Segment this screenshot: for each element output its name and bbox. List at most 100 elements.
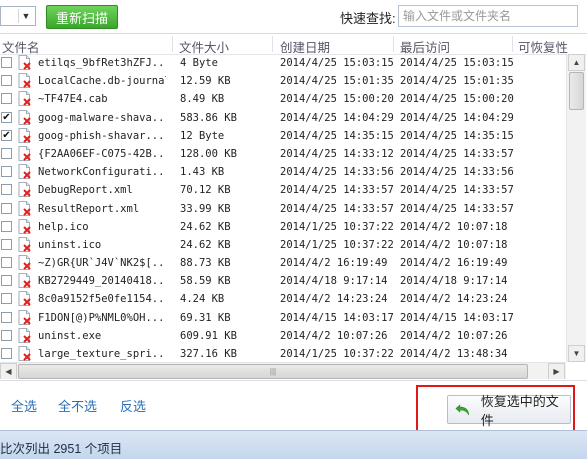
file-name-cell: {F2AA06EF-C075-42B... [38, 147, 166, 160]
table-row[interactable]: NetworkConfigurati... 1.43 KB 2014/4/25 14… [0, 163, 565, 181]
row-checkbox[interactable] [1, 220, 12, 232]
last-accessed-cell: 2014/4/25 14:33:56 [400, 166, 514, 179]
created-date-cell: 2014/4/25 14:33:57 [280, 184, 394, 197]
chevron-down-icon[interactable]: ▼ [18, 9, 33, 23]
table-row[interactable]: etilqs_9bfRet3hZFJ... 4 Byte 2014/4/25 15:… [0, 54, 565, 72]
row-checkbox[interactable]: ✔ [1, 129, 12, 141]
file-name-cell: goog-phish-shavar... [38, 129, 165, 142]
deleted-file-icon [18, 309, 31, 325]
table-row[interactable]: DebugReport.xml 70.12 KB 2014/4/25 14:33:5… [0, 181, 565, 199]
table-row[interactable]: ~Z)GR{UR`J4V`NK2$[... 88.73 KB 2014/4/2 16… [0, 254, 565, 272]
last-accessed-cell: 2014/4/2 14:23:24 [400, 293, 508, 306]
status-bar: 比次列出 2951 个项目 [0, 430, 587, 459]
row-checkbox[interactable] [1, 93, 12, 105]
scrollbar-thumb[interactable]: ||| [18, 364, 528, 379]
deleted-file-icon [18, 327, 31, 343]
file-name-cell: goog-malware-shava... [38, 111, 166, 124]
deleted-file-icon [18, 236, 31, 252]
table-row[interactable]: ✔ goog-malware-shava... 583.86 KB 2014/4/25… [0, 109, 565, 127]
file-name-cell: help.ico [38, 220, 89, 233]
deleted-file-icon [18, 291, 31, 307]
row-checkbox[interactable] [1, 238, 12, 250]
horizontal-scrollbar[interactable]: ◀ ||| ▶ [0, 362, 566, 379]
deleted-file-icon [18, 127, 31, 143]
row-checkbox[interactable] [1, 202, 12, 214]
file-size-cell: 24.62 KB [180, 220, 231, 233]
created-date-cell: 2014/4/2 14:23:24 [280, 293, 388, 306]
last-accessed-cell: 2014/4/2 10:07:18 [400, 238, 508, 251]
invert-selection-link[interactable]: 反选 [120, 396, 146, 415]
created-date-cell: 2014/1/25 10:37:22 [280, 348, 394, 360]
file-size-cell: 24.62 KB [180, 238, 231, 251]
rescan-button[interactable]: 重新扫描 [46, 5, 118, 29]
row-checkbox[interactable] [1, 147, 12, 159]
search-label: 快速查找: [340, 11, 396, 26]
table-row[interactable]: ✔ goog-phish-shavar... 12 Byte 2014/4/25 14… [0, 127, 565, 145]
table-row[interactable]: uninst.ico 24.62 KB 2014/1/25 10:37:22 2014… [0, 236, 565, 254]
table-header: 文件名 文件大小 创建日期 最后访问 可恢复性 [0, 34, 587, 55]
row-checkbox[interactable] [1, 275, 12, 287]
restore-arrow-icon [455, 403, 470, 415]
vertical-scrollbar[interactable]: ▲ ▼ [566, 54, 586, 362]
select-none-link[interactable]: 全不选 [58, 396, 97, 415]
file-size-cell: 1.43 KB [180, 166, 225, 179]
table-row[interactable]: LocalCache.db-journal 12.59 KB 2014/4/25 1… [0, 72, 565, 90]
filter-dropdown[interactable]: ▼ [0, 6, 36, 26]
row-checkbox[interactable] [1, 184, 12, 196]
table-row[interactable]: uninst.exe 609.91 KB 2014/4/2 10:07:26 2014… [0, 327, 565, 345]
file-name-cell: ~Z)GR{UR`J4V`NK2$[... [38, 257, 166, 270]
table-row[interactable]: large_texture_spri... 327.16 KB 2014/1/25 … [0, 345, 565, 363]
select-all-link[interactable]: 全选 [11, 396, 37, 415]
deleted-file-icon [18, 164, 31, 180]
arrow-left-icon[interactable]: ◀ [0, 363, 17, 379]
deleted-file-icon [18, 218, 31, 234]
file-size-cell: 70.12 KB [180, 184, 231, 197]
row-checkbox[interactable] [1, 75, 12, 87]
table-row[interactable]: {F2AA06EF-C075-42B... 128.00 KB 2014/4/25 … [0, 145, 565, 163]
table-row[interactable]: F1DON[@)P%NML0%OH... 69.31 KB 2014/4/15 14… [0, 309, 565, 327]
file-name-cell: 8c0a9152f5e0fe1154... [38, 293, 166, 306]
row-checkbox[interactable] [1, 293, 12, 305]
file-name-cell: NetworkConfigurati... [38, 166, 166, 179]
column-divider[interactable] [172, 36, 173, 52]
row-checkbox[interactable] [1, 311, 12, 323]
last-accessed-cell: 2014/4/2 13:48:34 [400, 348, 508, 360]
last-accessed-cell: 2014/4/25 14:35:15 [400, 129, 514, 142]
table-row[interactable]: help.ico 24.62 KB 2014/1/25 10:37:22 2014/4… [0, 218, 565, 236]
row-checkbox[interactable] [1, 329, 12, 341]
arrow-up-icon[interactable]: ▲ [568, 54, 585, 71]
scrollbar-thumb[interactable] [569, 72, 584, 110]
file-size-cell: 69.31 KB [180, 311, 231, 324]
table-row[interactable]: ResultReport.xml 33.99 KB 2014/4/25 14:33:… [0, 200, 565, 218]
row-checkbox[interactable] [1, 166, 12, 178]
deleted-file-icon [18, 200, 31, 216]
arrow-right-icon[interactable]: ▶ [548, 363, 565, 379]
row-checkbox[interactable] [1, 257, 12, 269]
column-divider[interactable] [512, 36, 513, 52]
deleted-file-icon [18, 146, 31, 161]
file-name-cell: ResultReport.xml [38, 202, 140, 215]
row-checkbox[interactable]: ✔ [1, 111, 12, 123]
search-input[interactable] [398, 5, 578, 27]
deleted-file-icon [18, 273, 31, 289]
restore-selected-button[interactable]: 恢复选中的文件 [447, 394, 571, 428]
file-size-cell: 128.00 KB [180, 147, 237, 160]
arrow-down-icon[interactable]: ▼ [568, 345, 585, 362]
table-row[interactable]: 8c0a9152f5e0fe1154... 4.24 KB 2014/4/2 14:… [0, 290, 565, 308]
table-row[interactable]: KB2729449_20140418... 58.59 KB 2014/4/18 9… [0, 272, 565, 290]
file-name-cell: F1DON[@)P%NML0%OH... [38, 311, 165, 324]
table-body: etilqs_9bfRet3hZFJ... 4 Byte 2014/4/25 15:… [0, 54, 565, 363]
file-name-cell: ~TF47E4.cab [38, 93, 108, 106]
deleted-file-icon [18, 55, 31, 70]
created-date-cell: 2014/4/2 10:07:26 [280, 329, 388, 342]
row-checkbox[interactable] [1, 57, 12, 68]
file-name-cell: uninst.exe [38, 329, 102, 342]
file-size-cell: 583.86 KB [180, 111, 237, 124]
column-divider[interactable] [393, 36, 394, 52]
last-accessed-cell: 2014/4/2 16:19:49 [400, 257, 508, 270]
table-row[interactable]: ~TF47E4.cab 8.49 KB 2014/4/25 15:00:20 2014… [0, 90, 565, 108]
file-size-cell: 88.73 KB [180, 257, 231, 270]
created-date-cell: 2014/4/25 14:33:12 [280, 147, 394, 160]
column-divider[interactable] [272, 36, 273, 52]
row-checkbox[interactable] [1, 348, 12, 359]
